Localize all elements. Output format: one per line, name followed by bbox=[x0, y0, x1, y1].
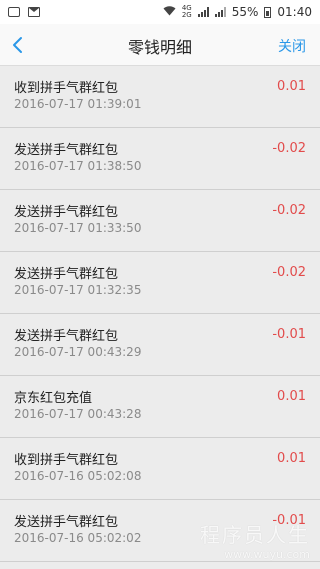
transaction-date: 2016-07-17 01:39:01 bbox=[14, 97, 142, 111]
transaction-row[interactable]: 发送拼手气群红包 2016-07-17 00:43:29 -0.01 bbox=[0, 314, 320, 376]
transaction-title: 发送拼手气群红包 bbox=[14, 205, 119, 220]
transaction-title: 收到拼手气群红包 bbox=[14, 81, 119, 96]
transaction-title: 收到拼手气群红包 bbox=[14, 453, 119, 468]
transaction-row[interactable]: 发送拼手气群红包 2016-07-17 01:33:50 -0.02 bbox=[0, 190, 320, 252]
transaction-date: 2016-07-17 01:32:35 bbox=[14, 283, 142, 297]
transaction-title: 发送拼手气群红包 bbox=[14, 267, 119, 282]
watermark-url: www.wuyu.com bbox=[224, 548, 310, 561]
transaction-title: 发送拼手气群红包 bbox=[14, 143, 119, 158]
transaction-list: 收到拼手气群红包 2016-07-17 01:39:01 0.01 发送拼手气群… bbox=[0, 66, 320, 562]
transaction-row[interactable]: 发送拼手气群红包 2016-07-17 01:38:50 -0.02 bbox=[0, 128, 320, 190]
battery-icon bbox=[264, 6, 272, 18]
transaction-amount: 0.01 bbox=[277, 451, 306, 466]
transaction-row[interactable]: 京东红包充值 2016-07-17 00:43:28 0.01 bbox=[0, 376, 320, 438]
transaction-title: 发送拼手气群红包 bbox=[14, 329, 119, 344]
status-bar: 4G 2G 55% 01:40 bbox=[0, 0, 320, 24]
wifi-icon bbox=[163, 5, 176, 19]
status-time: 01:40 bbox=[277, 5, 312, 19]
transaction-date: 2016-07-16 05:02:08 bbox=[14, 469, 142, 483]
transaction-date: 2016-07-17 01:38:50 bbox=[14, 159, 142, 173]
mail-icon bbox=[28, 7, 40, 17]
transaction-title: 京东红包充值 bbox=[14, 391, 93, 406]
battery-percent: 55% bbox=[231, 5, 259, 19]
transaction-row[interactable]: 发送拼手气群红包 2016-07-17 01:32:35 -0.02 bbox=[0, 252, 320, 314]
watermark-title: 程序员人生 bbox=[200, 523, 310, 547]
transaction-amount: -0.01 bbox=[272, 327, 306, 342]
watermark: 程序员人生 www.wuyu.com bbox=[200, 519, 310, 561]
transaction-row[interactable]: 收到拼手气群红包 2016-07-17 01:39:01 0.01 bbox=[0, 66, 320, 128]
nav-bar: 零钱明细 关闭 bbox=[0, 24, 320, 66]
transaction-date: 2016-07-17 00:43:28 bbox=[14, 407, 142, 421]
page-title: 零钱明细 bbox=[127, 38, 192, 57]
signal-icon bbox=[214, 7, 226, 17]
transaction-amount: -0.02 bbox=[272, 203, 306, 218]
status-left bbox=[8, 7, 40, 17]
transaction-amount: 0.01 bbox=[277, 389, 306, 404]
status-right: 4G 2G 55% 01:40 bbox=[163, 5, 312, 19]
image-icon bbox=[8, 7, 20, 17]
network-type: 4G 2G bbox=[182, 5, 192, 19]
transaction-amount: -0.02 bbox=[272, 141, 306, 156]
transaction-date: 2016-07-16 05:02:02 bbox=[14, 531, 142, 545]
transaction-date: 2016-07-17 01:33:50 bbox=[14, 221, 142, 235]
close-button[interactable]: 关闭 bbox=[278, 36, 306, 56]
transaction-title: 发送拼手气群红包 bbox=[14, 515, 119, 530]
transaction-amount: -0.02 bbox=[272, 265, 306, 280]
transaction-date: 2016-07-17 00:43:29 bbox=[14, 345, 142, 359]
transaction-amount: 0.01 bbox=[277, 79, 306, 94]
signal-icon bbox=[197, 7, 209, 17]
network-bottom-label: 2G bbox=[181, 11, 192, 19]
transaction-row[interactable]: 收到拼手气群红包 2016-07-16 05:02:08 0.01 bbox=[0, 438, 320, 500]
